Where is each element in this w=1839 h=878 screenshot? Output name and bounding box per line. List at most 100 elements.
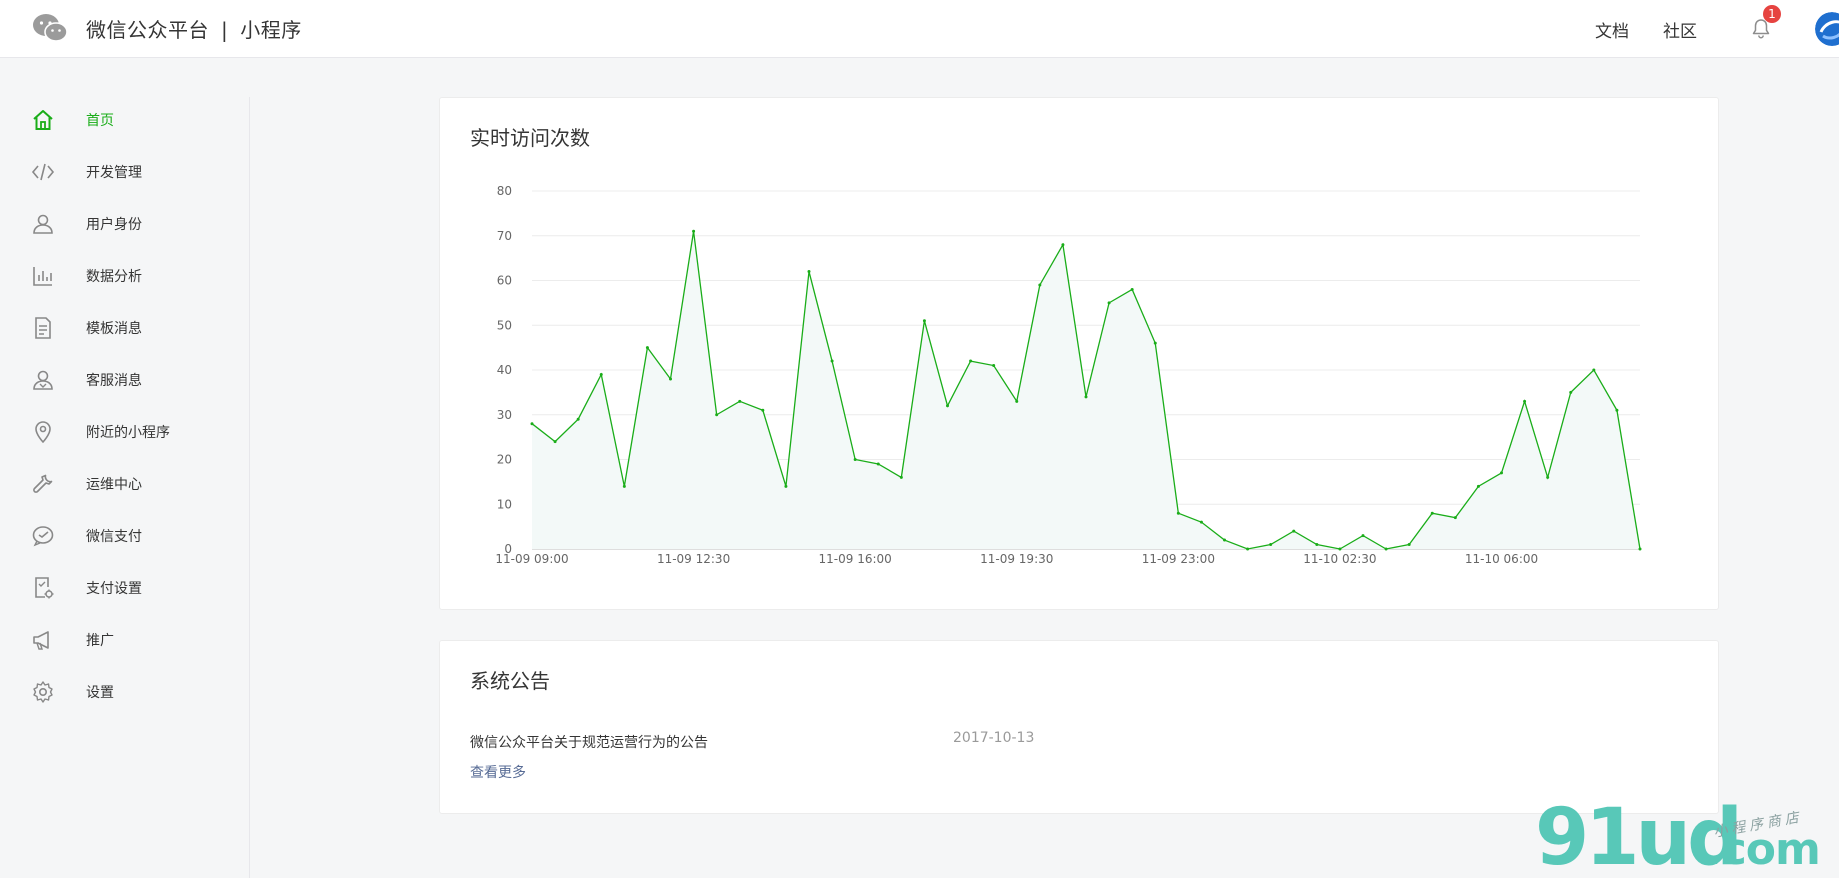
- top-header: 微信公众平台 | 小程序 文档 社区 1: [0, 0, 1839, 58]
- data-point: [1361, 534, 1365, 538]
- sidebar-item-label: 模板消息: [86, 321, 142, 337]
- user-icon: [30, 211, 56, 237]
- data-point: [1569, 390, 1573, 394]
- sidebar-item-label: 客服消息: [86, 373, 142, 389]
- wechat-logo-icon: [33, 14, 68, 42]
- x-tick-label: 11-09 09:00: [495, 552, 568, 566]
- sidebar-item-label: 微信支付: [86, 529, 142, 545]
- customer-service-icon: [30, 367, 56, 393]
- wrench-icon: [30, 471, 56, 497]
- x-tick-label: 11-09 19:30: [980, 552, 1053, 566]
- data-point: [645, 346, 649, 350]
- avatar[interactable]: [1815, 12, 1839, 46]
- brand-primary: 微信公众平台: [86, 17, 209, 42]
- gear-icon: [30, 679, 56, 705]
- sidebar-item-label: 数据分析: [86, 269, 142, 285]
- sidebar-item-ops-center[interactable]: 运维中心: [30, 469, 240, 499]
- sidebar-item-dev-management[interactable]: 开发管理: [30, 157, 240, 187]
- brand-separator: |: [221, 17, 229, 42]
- brand-secondary: 小程序: [240, 17, 302, 42]
- sidebar-item-payment-settings[interactable]: 支付设置: [30, 573, 240, 603]
- data-point: [1476, 484, 1480, 488]
- brand-title: 微信公众平台 | 小程序: [86, 14, 302, 43]
- data-point: [1292, 529, 1296, 533]
- data-point: [1038, 283, 1042, 287]
- data-point: [1015, 399, 1019, 403]
- data-point: [946, 404, 949, 408]
- community-link[interactable]: 社区: [1663, 17, 1697, 42]
- data-point: [692, 229, 696, 233]
- data-point: [715, 413, 719, 417]
- header-links: 文档 社区 1: [1595, 0, 1839, 58]
- data-point: [876, 462, 880, 466]
- payment-settings-icon: [30, 575, 56, 601]
- realtime-visits-card: 实时访问次数 0 10 20 30 40 50 60 70 80 11-09 09:00 11-09…: [439, 97, 1719, 610]
- data-point: [1269, 543, 1273, 547]
- data-point: [1153, 341, 1157, 345]
- notification-button[interactable]: 1: [1749, 5, 1781, 41]
- data-point: [992, 364, 996, 368]
- x-tick-label: 11-09 16:00: [819, 552, 892, 566]
- data-point: [1315, 543, 1319, 547]
- view-more-link[interactable]: 查看更多: [470, 762, 526, 782]
- data-point: [1176, 511, 1180, 515]
- data-point: [1199, 520, 1203, 524]
- realtime-visits-chart[interactable]: 0102030405060708011-09 09:00 11-09 12:30 1…: [440, 98, 1720, 611]
- data-point: [784, 484, 788, 488]
- y-tick-label: 60: [497, 274, 512, 288]
- sidebar-item-data-analysis[interactable]: 数据分析: [30, 261, 240, 291]
- notice-item-link[interactable]: 微信公众平台关于规范运营行为的公告: [470, 732, 708, 752]
- data-point: [1430, 511, 1434, 515]
- sidebar-item-user-identity[interactable]: 用户身份: [30, 209, 240, 239]
- data-point: [1223, 538, 1226, 542]
- data-point: [1107, 301, 1111, 305]
- data-point: [1615, 408, 1619, 412]
- data-point: [1592, 368, 1596, 372]
- data-point: [1061, 243, 1065, 247]
- watermark: 91ud .com 小程序商店: [1535, 798, 1835, 878]
- sidebar-item-label: 附近的小程序: [86, 425, 170, 441]
- brand[interactable]: 微信公众平台 | 小程序: [32, 10, 302, 46]
- sidebar-item-label: 开发管理: [86, 165, 142, 181]
- y-tick-label: 20: [497, 453, 512, 467]
- data-point: [738, 399, 742, 403]
- data-point: [1384, 547, 1388, 551]
- data-point: [1523, 399, 1527, 403]
- y-tick-label: 50: [497, 318, 512, 332]
- data-point: [576, 417, 580, 421]
- home-icon: [30, 107, 56, 133]
- data-point: [853, 458, 857, 461]
- data-point: [899, 475, 903, 479]
- sidebar-item-home[interactable]: 首页: [30, 105, 240, 135]
- y-tick-label: 40: [497, 363, 512, 377]
- wechat-pay-icon: [30, 523, 56, 549]
- system-notice-card: 系统公告 微信公众平台关于规范运营行为的公告 2017-10-13 查看更多: [439, 640, 1719, 814]
- code-icon: [30, 159, 56, 185]
- location-pin-icon: [30, 419, 56, 445]
- data-point: [530, 422, 534, 426]
- bar-chart-icon: [30, 263, 56, 289]
- sidebar-item-promotion[interactable]: 推广: [30, 625, 240, 655]
- sidebar-item-nearby-miniprograms[interactable]: 附近的小程序: [30, 417, 240, 447]
- data-point: [1338, 547, 1342, 551]
- sidebar-item-settings[interactable]: 设置: [30, 677, 240, 707]
- data-point: [807, 270, 811, 274]
- data-point: [599, 372, 603, 376]
- document-icon: [30, 315, 56, 341]
- data-point: [669, 377, 672, 381]
- data-point: [922, 319, 926, 323]
- sidebar-item-wechat-pay[interactable]: 微信支付: [30, 521, 240, 551]
- notification-badge: 1: [1763, 5, 1781, 23]
- sidebar-item-label: 支付设置: [86, 581, 142, 597]
- megaphone-icon: [30, 627, 56, 653]
- y-tick-label: 30: [497, 408, 512, 422]
- x-tick-label: 11-09 12:30: [657, 552, 730, 566]
- sidebar-item-label: 运维中心: [86, 477, 142, 493]
- data-point: [1546, 475, 1550, 479]
- sidebar-item-customer-service[interactable]: 客服消息: [30, 365, 240, 395]
- sidebar-item-template-messages[interactable]: 模板消息: [30, 313, 240, 343]
- docs-link[interactable]: 文档: [1595, 17, 1629, 42]
- y-tick-label: 70: [497, 229, 512, 243]
- notice-item-date: 2017-10-13: [953, 730, 1035, 746]
- sidebar-item-label: 设置: [86, 685, 114, 701]
